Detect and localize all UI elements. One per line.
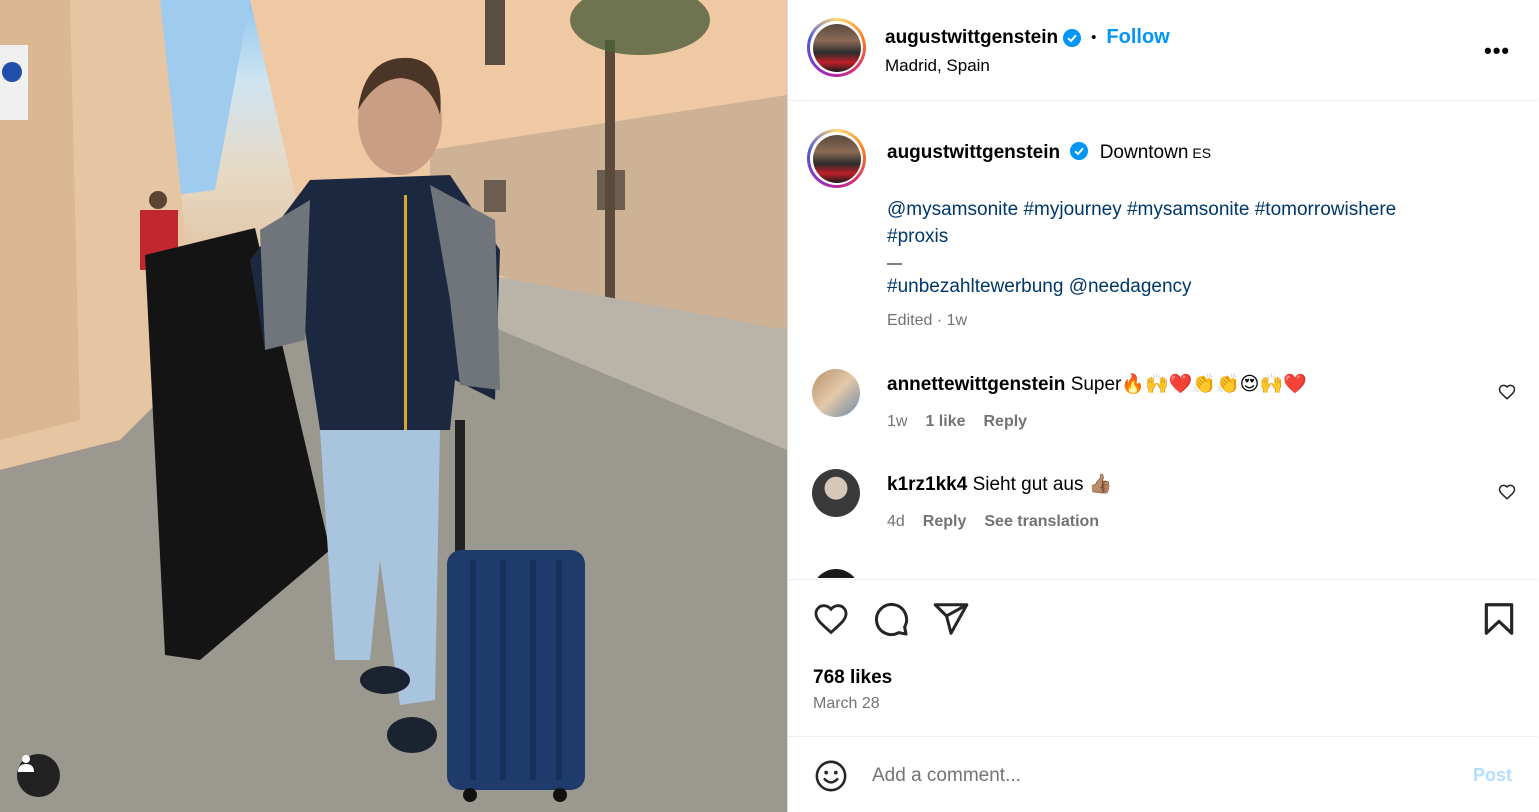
commenter-username[interactable]: annettewittgenstein	[887, 374, 1065, 395]
save-bookmark-icon[interactable]	[1480, 600, 1518, 638]
caption-language: ES	[1192, 145, 1212, 161]
commenter-username[interactable]: k1rz1kk4	[887, 474, 967, 495]
comment-text: Super🔥🙌❤️👏👏😍🙌❤️	[1070, 374, 1307, 395]
more-options-button[interactable]: •••	[1484, 38, 1510, 64]
comment-bubble-icon[interactable]	[872, 600, 910, 638]
likes-count[interactable]: 768 likes	[813, 667, 892, 689]
post-date[interactable]: March 28	[813, 695, 880, 713]
comment-age: 4d	[887, 513, 905, 530]
reply-button[interactable]: Reply	[923, 513, 967, 531]
like-heart-icon[interactable]	[812, 600, 850, 638]
hashtags-line-3[interactable]: #unbezahltewerbung @needagency	[887, 276, 1192, 298]
comment-like-heart-icon[interactable]	[1498, 483, 1516, 501]
caption-username[interactable]: augustwittgenstein	[887, 142, 1060, 163]
caption-title: Downtown	[1099, 142, 1189, 163]
hashtags-line-2[interactable]: #proxis	[887, 223, 1487, 250]
instagram-post-modal: augustwittgenstein • Follow Madrid, Spai…	[0, 0, 1539, 812]
verified-badge-icon	[1063, 28, 1082, 47]
caption-separator: —	[887, 255, 902, 272]
user-icon	[18, 755, 34, 772]
commenter-avatar[interactable]	[812, 569, 860, 578]
tagged-users-button[interactable]	[17, 754, 60, 797]
post-photo[interactable]	[0, 0, 787, 812]
caption-edited-time: Edited · 1w	[887, 312, 968, 329]
see-translation-button[interactable]: See translation	[984, 513, 1099, 531]
comment-likes[interactable]: 1 like	[925, 413, 965, 431]
follow-button[interactable]: Follow	[1106, 26, 1169, 49]
emoji-smiley-icon[interactable]	[814, 759, 848, 793]
post-header: augustwittgenstein • Follow Madrid, Spai…	[788, 0, 1538, 101]
caption: augustwittgenstein Downtown ES	[887, 142, 1211, 164]
author-username[interactable]: augustwittgenstein	[885, 27, 1058, 49]
street-photo-illustration	[0, 0, 787, 812]
commenter-avatar[interactable]	[812, 369, 860, 417]
comment-age: 1w	[887, 413, 908, 430]
commenter-avatar[interactable]	[812, 469, 860, 517]
separator-dot: •	[1091, 29, 1097, 46]
caption-author-avatar[interactable]	[807, 129, 866, 188]
hashtags-line-1[interactable]: @mysamsonite #myjourney #mysamsonite #to…	[887, 196, 1487, 223]
add-comment-bar: Post	[788, 736, 1538, 812]
comment-input[interactable]	[872, 761, 1432, 791]
comment-text: Sieht gut aus 👍🏽	[972, 474, 1113, 495]
share-paper-plane-icon[interactable]	[932, 600, 970, 638]
post-comment-button[interactable]: Post	[1473, 765, 1512, 786]
reply-button[interactable]: Reply	[983, 413, 1027, 431]
post-details-panel: augustwittgenstein • Follow Madrid, Spai…	[787, 0, 1538, 812]
post-actions: 768 likes March 28	[788, 579, 1538, 736]
comment-like-heart-icon[interactable]	[1498, 383, 1516, 401]
comments-scroll-area[interactable]: augustwittgenstein Downtown ES @mysamsoni…	[788, 102, 1538, 578]
post-location[interactable]: Madrid, Spain	[885, 56, 990, 76]
verified-badge-icon	[1070, 142, 1089, 160]
author-avatar[interactable]	[807, 18, 866, 77]
caption-hashtags[interactable]: @mysamsonite #myjourney #mysamsonite #to…	[887, 196, 1487, 250]
